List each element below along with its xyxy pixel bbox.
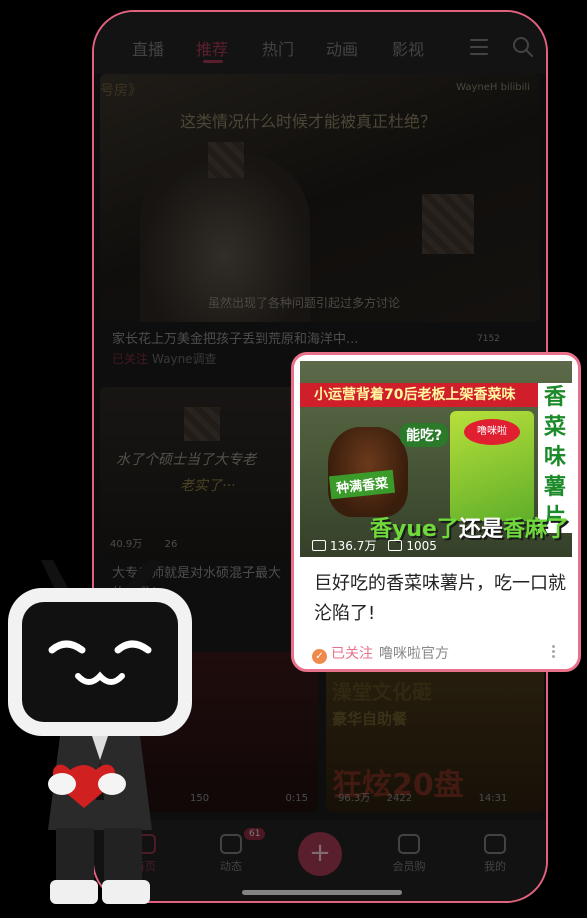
face-blur — [184, 407, 220, 441]
video-title[interactable]: 巨好吃的香菜味薯片，吃一口就沦陷了! — [314, 569, 570, 629]
tab-live[interactable]: 直播 — [132, 36, 164, 60]
tab-anime[interactable]: 动画 — [326, 36, 358, 60]
video-thumbnail[interactable]: 小运营背着70后老板上架香菜味 香 菜 味 薯 片 噜咪啦 能吃? 种满香菜 香… — [300, 361, 572, 557]
follow-label: 已关注 — [112, 352, 149, 366]
video-caption: 老实了··· — [180, 478, 236, 494]
nav-membership-shop[interactable]: 会员购 — [384, 834, 434, 874]
video-card-thumbnail[interactable]: 水了个硕士当了大专老 老实了··· 40.9万 26 — [100, 387, 318, 557]
video-overlay-text: 澡堂文化砸 — [332, 680, 432, 704]
menu-icon[interactable] — [470, 39, 488, 55]
pinwheel-icon — [220, 834, 242, 854]
video-title[interactable]: 家长花上万美金把孩子丢到荒原和海洋中... — [112, 328, 432, 347]
active-tab-underline — [203, 60, 223, 63]
tv-icon — [484, 834, 506, 854]
duration: 0:15 — [285, 793, 308, 804]
video-card-thumbnail[interactable]: 澡堂文化砸 豪华自助餐 狂炫20盘 96.3万 2422 14:31 — [326, 652, 544, 812]
face-blur — [422, 194, 474, 254]
shopping-bag-icon — [398, 834, 420, 854]
highlighted-video-card[interactable]: 小运营背着70后老板上架香菜味 香 菜 味 薯 片 噜咪啦 能吃? 种满香菜 香… — [291, 352, 581, 672]
video-card-thumbnail[interactable]: 号房》 WayneH bilibili 这类情况什么时候才能被真正杜绝？ 虽然出… — [100, 74, 540, 322]
nav-profile[interactable]: 我的 — [470, 834, 520, 874]
comment-count: 1005 — [406, 539, 437, 553]
view-count: 40.9万 — [110, 539, 143, 550]
more-options-icon[interactable] — [552, 645, 556, 659]
video-caption: 水了个硕士当了大专老 — [116, 452, 256, 468]
nav-dynamic[interactable]: 动态 — [206, 834, 256, 874]
follow-status: 已关注 Wayne调查 — [112, 350, 217, 367]
duration: 14:31 — [478, 793, 508, 804]
video-stats: 150 0:15 — [190, 793, 308, 804]
video-subtitle: 虽然出现了各种问题引起过多方讨论 — [208, 296, 401, 310]
view-count: 136.7万 — [330, 539, 377, 553]
video-watermark: WayneH bilibili — [456, 82, 530, 93]
author-name[interactable]: 噜咪啦官方 — [379, 646, 449, 662]
chips-bag-image: 噜咪啦 — [450, 411, 534, 521]
comment-count: 2422 — [386, 793, 413, 804]
follow-status: ✓ 已关注 噜咪啦官方 — [312, 643, 449, 664]
video-stats: 40.9万 26 — [110, 535, 177, 550]
video-overlay-title: 这类情况什么时候才能被真正杜绝？ — [180, 112, 437, 131]
search-icon[interactable] — [512, 36, 534, 58]
view-count: 96.3万 — [338, 793, 371, 804]
home-indicator — [242, 890, 402, 895]
speech-bubble: 能吃? — [400, 423, 449, 447]
author-name[interactable]: Wayne调查 — [152, 352, 217, 366]
top-navigation: 直播 推荐 热门 动画 影视 — [94, 12, 546, 74]
video-stats: 136.7万 1005 — [312, 537, 437, 554]
tab-recommend[interactable]: 推荐 — [196, 36, 228, 60]
video-overlay-text: 豪华自助餐 — [332, 710, 408, 728]
comment-count: 26 — [164, 539, 178, 550]
thumbnail-banner: 小运营背着70后老板上架香菜味 — [300, 383, 550, 407]
tab-movies[interactable]: 影视 — [392, 36, 424, 60]
video-stats: 96.3万 2422 14:31 — [338, 789, 507, 804]
video-corner-text: 号房》 — [100, 83, 142, 99]
follow-label: 已关注 — [331, 646, 373, 662]
face-blur — [208, 142, 244, 178]
tab-hot[interactable]: 热门 — [262, 36, 294, 60]
chips-logo: 噜咪啦 — [464, 419, 520, 445]
like-count: 7152 — [477, 334, 500, 344]
check-icon: ✓ — [312, 649, 327, 664]
comment-icon — [388, 540, 403, 551]
play-icon — [312, 540, 326, 551]
bilibili-tv-mascot — [8, 560, 192, 904]
notification-badge: 61 — [244, 828, 266, 840]
upload-button[interactable]: + — [298, 832, 342, 876]
